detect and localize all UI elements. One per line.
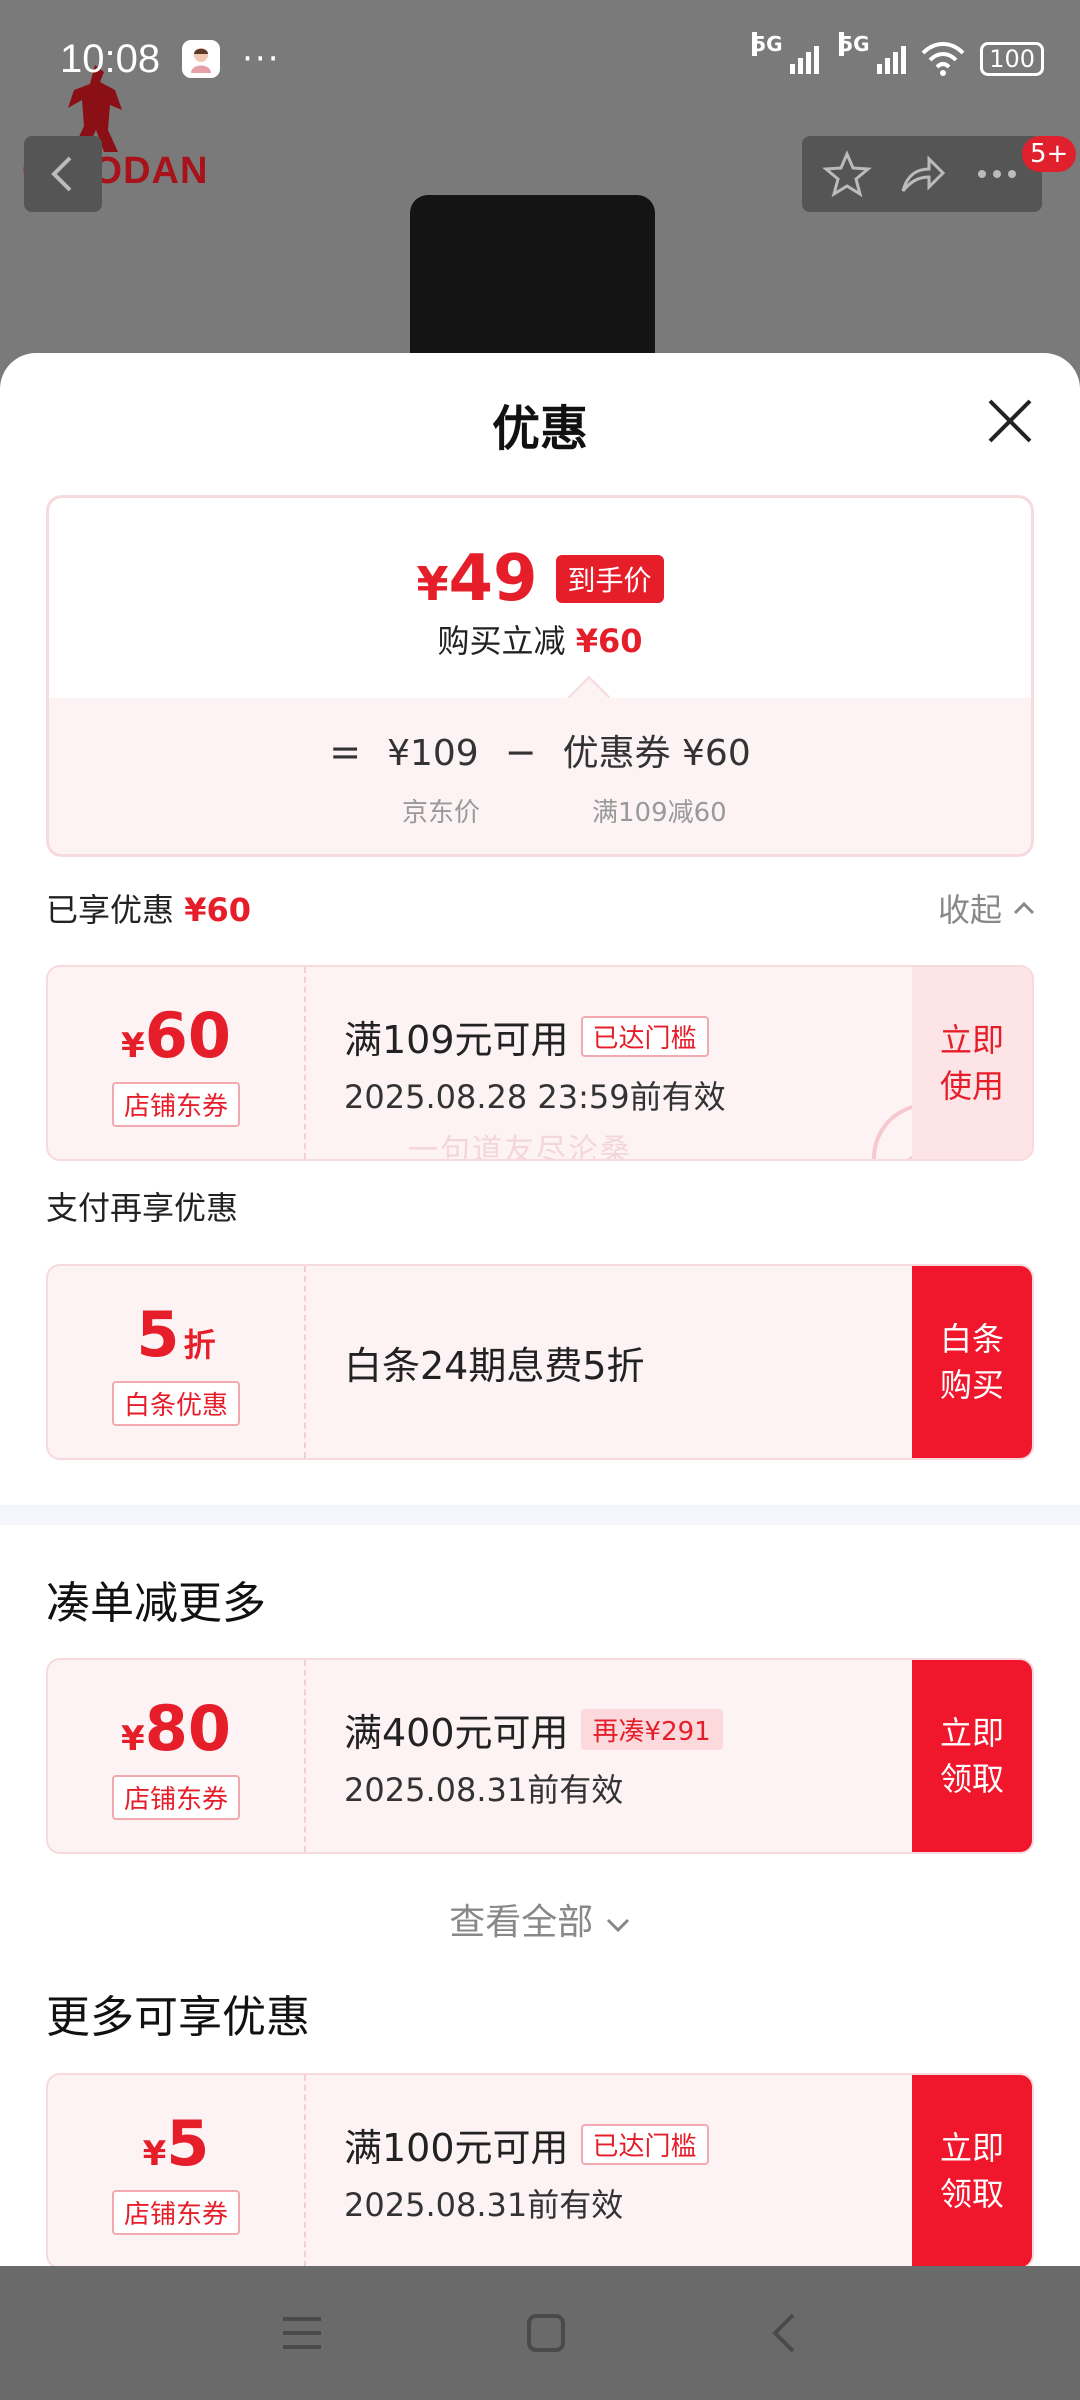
chevron-up-icon <box>1013 901 1035 915</box>
battery-indicator: 100 <box>980 42 1044 76</box>
more-heading: 更多可享优惠 <box>46 1992 310 2043</box>
final-price-currency: ¥ <box>416 557 449 611</box>
star-icon[interactable] <box>822 149 873 199</box>
enjoyed-discount-label: 已享优惠 ¥60 <box>46 891 251 929</box>
claim-now-button[interactable]: 立即领取 <box>912 1660 1032 1852</box>
coupon-type: 店铺东券 <box>111 2190 240 2235</box>
threshold-badge: 已达门槛 <box>580 2123 709 2165</box>
coupon-rule: 满109减60 <box>592 798 727 828</box>
coupon-store-80: ¥80 店铺东券 满400元可用 再凑¥291 2025.08.31前有效 立即… <box>46 1658 1034 1854</box>
coupon-store-5: ¥5 店铺东券 满100元可用 已达门槛 2025.08.31前有效 立即领取 <box>46 2073 1034 2266</box>
coupon-validity: 2025.08.31前有效 <box>344 1770 624 1809</box>
claim-now-button[interactable]: 立即领取 <box>912 2075 1032 2266</box>
home-icon[interactable] <box>524 2311 568 2355</box>
sheet-title: 优惠 <box>491 401 588 457</box>
coupon-description: 白条24期息费5折 <box>344 1343 645 1388</box>
discount-sheet: 优惠 ¥ 49 到手价 购买立减 ¥60 = ¥109 − 优惠券 ¥60 京东… <box>0 353 1080 2266</box>
nav-back-icon[interactable] <box>767 2311 801 2355</box>
remaining-badge: 再凑¥291 <box>580 1708 723 1750</box>
use-now-button[interactable]: 立即使用 <box>912 967 1032 1159</box>
coupon-amount: ¥60 <box>121 999 231 1072</box>
menu-icon[interactable] <box>279 2313 325 2353</box>
coupon-condition: 满100元可用 <box>344 2125 569 2170</box>
chevron-down-icon <box>606 1918 629 1933</box>
save-label: 购买立减 <box>437 622 566 660</box>
system-nav-bar <box>0 2266 1080 2400</box>
more-icon[interactable] <box>972 149 1022 199</box>
equals-sign: = <box>329 730 362 774</box>
status-more: ··· <box>242 39 281 79</box>
section-divider <box>0 1505 1080 1525</box>
threshold-badge: 已达门槛 <box>580 1015 709 1057</box>
back-button[interactable] <box>24 136 102 212</box>
jd-price-label: 京东价 <box>402 798 481 828</box>
coupon-condition: 满400元可用 <box>344 1710 569 1755</box>
coupon-deduction: 优惠券 ¥60 <box>562 733 751 774</box>
jd-price: ¥109 <box>387 733 479 774</box>
coupon-condition: 满109元可用 <box>344 1017 569 1062</box>
status-bar: 10:08 ··· 5G 5G 100 <box>0 0 1080 118</box>
baitiao-buy-button[interactable]: 白条购买 <box>912 1266 1032 1458</box>
back-icon <box>51 156 72 192</box>
final-price-tag: 到手价 <box>555 555 664 603</box>
wifi-icon <box>921 42 965 76</box>
watermark-text: 一句道友尽沦桑 <box>408 1133 632 1161</box>
collapse-label: 收起 <box>937 891 1002 929</box>
coupon-store-60: ¥60 店铺东券 满109元可用 已达门槛 2025.08.28 23:59前有… <box>46 965 1034 1161</box>
cart-badge: 5+ <box>1022 136 1077 172</box>
view-all-label: 查看全部 <box>449 1902 594 1943</box>
toolbar-actions <box>802 136 1042 212</box>
close-icon[interactable] <box>982 393 1038 449</box>
coupon-amount: ¥5 <box>142 2107 210 2180</box>
signal-1-icon: 5G <box>752 32 820 74</box>
signal-2-icon: 5G <box>839 32 907 74</box>
coupon-type: 店铺东券 <box>111 1775 240 1820</box>
coupon-amount: 5折 <box>136 1298 216 1371</box>
save-amount: ¥60 <box>575 622 643 660</box>
coupon-validity: 2025.08.28 23:59前有效 <box>344 1077 726 1116</box>
share-icon[interactable] <box>897 149 947 199</box>
final-price: 49 <box>448 542 538 616</box>
coupon-type: 白条优惠 <box>111 1381 240 1426</box>
notification-avatar-icon <box>182 40 221 78</box>
coupon-validity: 2025.08.31前有效 <box>344 2185 624 2224</box>
collapse-button[interactable]: 收起 <box>938 885 1036 931</box>
coupon-amount: ¥80 <box>121 1692 231 1765</box>
minus-sign: − <box>504 730 537 774</box>
gather-heading: 凑单减更多 <box>46 1578 266 1629</box>
coupon-type: 店铺东券 <box>111 1082 240 1127</box>
coupon-baitiao: 5折 白条优惠 白条24期息费5折 白条购买 <box>46 1264 1034 1460</box>
price-summary-card: ¥ 49 到手价 购买立减 ¥60 = ¥109 − 优惠券 ¥60 京东价 满… <box>46 495 1034 857</box>
view-all-button[interactable]: 查看全部 <box>0 1893 1080 1945</box>
pay-discount-label: 支付再享优惠 <box>46 1189 239 1227</box>
status-time: 10:08 <box>60 36 161 81</box>
enjoyed-amount: ¥60 <box>184 891 251 929</box>
